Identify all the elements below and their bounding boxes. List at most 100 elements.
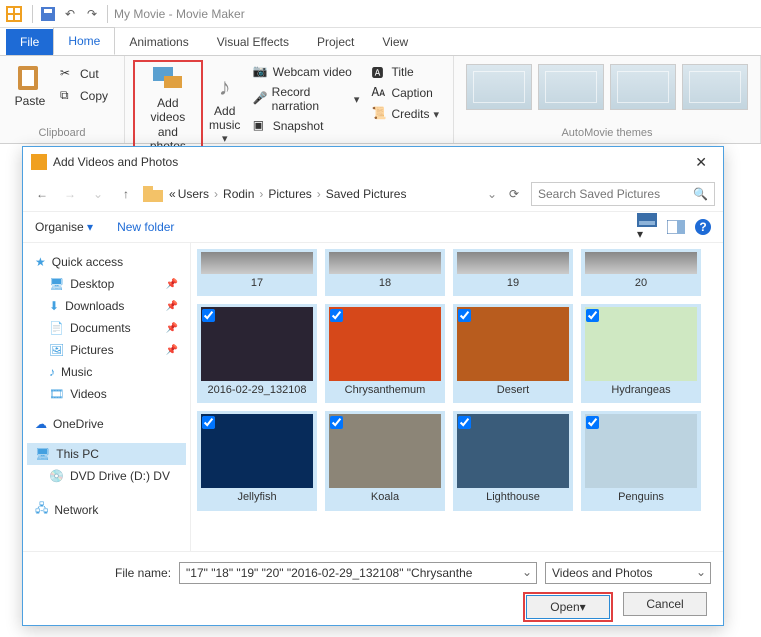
file-checkbox[interactable] (586, 416, 599, 429)
theme-thumb[interactable] (538, 64, 604, 110)
forward-icon[interactable]: → (59, 183, 81, 205)
search-input[interactable]: 🔍 (531, 182, 715, 206)
tree-this-pc[interactable]: 🖥This PC (27, 443, 186, 465)
dialog-titlebar: Add Videos and Photos ✕ (23, 147, 723, 177)
copy-button[interactable]: ⧉Copy (56, 86, 112, 106)
cut-button[interactable]: ✂Cut (56, 64, 112, 84)
separator (107, 5, 108, 23)
pic-icon: 🖼 (49, 343, 64, 357)
file-checkbox[interactable] (458, 309, 471, 322)
pin-icon: 📌 (166, 323, 178, 334)
dialog-title: Add Videos and Photos (53, 155, 178, 169)
file-checkbox[interactable] (458, 416, 471, 429)
add-videos-photos-button[interactable]: Add videos and photos (133, 60, 203, 160)
new-folder-button[interactable]: New folder (117, 220, 174, 234)
cancel-button[interactable]: Cancel (623, 592, 707, 616)
chevron-down-icon[interactable]: ⌄ (87, 183, 109, 205)
file-checkbox[interactable] (202, 309, 215, 322)
file-checkbox[interactable] (330, 416, 343, 429)
tree-desktop[interactable]: 🖥Desktop📌 (27, 273, 186, 295)
breadcrumb[interactable]: « Users› Rodin› Pictures› Saved Pictures… (169, 187, 497, 201)
up-icon[interactable]: ↑ (115, 183, 137, 205)
tree-onedrive[interactable]: ☁OneDrive (27, 413, 186, 435)
tab-home[interactable]: Home (53, 27, 115, 55)
webcam-icon: 📷 (253, 64, 269, 80)
title-button[interactable]: 🅰Title (367, 62, 443, 82)
pin-icon: 📌 (166, 345, 178, 356)
theme-thumb[interactable] (610, 64, 676, 110)
star-icon: ★ (35, 255, 46, 269)
tree-videos[interactable]: 🎞Videos (27, 383, 186, 405)
tab-animations[interactable]: Animations (115, 29, 202, 55)
tree-music[interactable]: ♪Music (27, 361, 186, 383)
ribbon: Paste ✂Cut ⧉Copy Clipboard Add videos an… (0, 56, 761, 144)
file-name-label: File name: (115, 566, 171, 580)
tab-project[interactable]: Project (303, 29, 368, 55)
pin-icon: 📌 (166, 279, 178, 290)
help-icon[interactable]: ? (695, 219, 711, 235)
tab-view[interactable]: View (368, 29, 422, 55)
net-icon: 🖧 (35, 499, 48, 520)
save-icon[interactable] (39, 5, 57, 23)
file-checkbox[interactable] (586, 309, 599, 322)
file-thumb[interactable]: Lighthouse (453, 411, 573, 510)
window-title: My Movie - Movie Maker (114, 7, 245, 21)
undo-icon[interactable]: ↶ (61, 5, 79, 23)
tree-dvd[interactable]: 💿DVD Drive (D:) DV (27, 465, 186, 487)
tree-pictures[interactable]: 🖼Pictures📌 (27, 339, 186, 361)
video-icon: 🎞 (49, 387, 64, 401)
search-field[interactable] (538, 187, 693, 201)
desktop-icon: 🖥 (49, 277, 64, 291)
close-icon[interactable]: ✕ (687, 152, 715, 173)
ribbon-tabs: File Home Animations Visual Effects Proj… (0, 28, 761, 56)
tree-documents[interactable]: 📄Documents📌 (27, 317, 186, 339)
add-music-button[interactable]: ♪ Add music ▾ (203, 60, 247, 160)
file-thumb[interactable]: Desert (453, 304, 573, 403)
tree-downloads[interactable]: ⬇Downloads📌 (27, 295, 186, 317)
file-thumb[interactable]: 18 (325, 249, 445, 296)
view-icon[interactable]: ▾ (637, 213, 657, 241)
tree-network[interactable]: 🖧Network (27, 495, 186, 524)
tree-quick-access[interactable]: ★Quick access (27, 251, 186, 273)
file-checkbox[interactable] (202, 416, 215, 429)
search-icon[interactable]: 🔍 (693, 187, 708, 201)
tab-visual-effects[interactable]: Visual Effects (203, 29, 303, 55)
file-thumb[interactable]: Penguins (581, 411, 701, 510)
record-narration-button[interactable]: 🎤Record narration ▾ (249, 83, 364, 115)
group-add: Add videos and photos ♪ Add music ▾ 📷Web… (125, 56, 454, 143)
paste-icon (14, 64, 46, 92)
organise-menu[interactable]: Organise ▾ (35, 220, 93, 234)
group-clipboard: Paste ✂Cut ⧉Copy Clipboard (0, 56, 125, 143)
file-thumb[interactable]: 2016-02-29_132108 (197, 304, 317, 403)
redo-icon[interactable]: ↷ (83, 5, 101, 23)
file-name-input[interactable]: "17" "18" "19" "20" "2016-02-29_132108" … (179, 562, 537, 584)
open-button[interactable]: Open ▾ (526, 595, 610, 619)
file-thumb[interactable]: Jellyfish (197, 411, 317, 510)
dialog-nav: ← → ⌄ ↑ « Users› Rodin› Pictures› Saved … (23, 177, 723, 211)
theme-thumb[interactable] (682, 64, 748, 110)
preview-pane-icon[interactable] (667, 220, 685, 234)
dvd-icon: 💿 (49, 469, 64, 483)
file-thumb[interactable]: Koala (325, 411, 445, 510)
file-checkbox[interactable] (330, 309, 343, 322)
snapshot-button[interactable]: ▣Snapshot (249, 116, 364, 136)
file-thumb[interactable]: Chrysanthemum (325, 304, 445, 403)
dialog-icon (31, 154, 47, 170)
file-thumb[interactable]: Hydrangeas (581, 304, 701, 403)
webcam-video-button[interactable]: 📷Webcam video (249, 62, 364, 82)
caption-button[interactable]: 🗛Caption (367, 83, 443, 103)
paste-button[interactable]: Paste (8, 60, 52, 112)
file-thumb[interactable]: 17 (197, 249, 317, 296)
copy-icon: ⧉ (60, 88, 76, 104)
file-thumb[interactable]: 19 (453, 249, 573, 296)
file-thumb[interactable]: 20 (581, 249, 701, 296)
tab-file[interactable]: File (6, 29, 53, 55)
theme-thumb[interactable] (466, 64, 532, 110)
dialog-toolbar: Organise ▾ New folder ▾ ? (23, 211, 723, 243)
file-type-filter[interactable]: Videos and Photos (545, 562, 711, 584)
quick-access-toolbar: ↶ ↷ (39, 5, 101, 23)
automovie-themes (462, 60, 752, 114)
refresh-icon[interactable]: ⟳ (503, 183, 525, 205)
back-icon[interactable]: ← (31, 183, 53, 205)
credits-button[interactable]: 📜Credits ▾ (367, 104, 443, 124)
